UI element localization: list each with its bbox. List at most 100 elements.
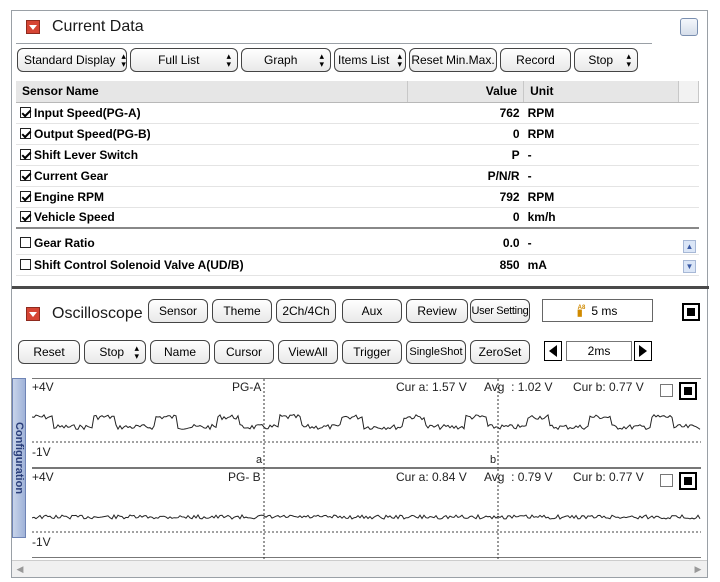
ch1-channel-mode-icon[interactable] [679, 382, 697, 400]
horizontal-scrollbar[interactable]: ◀ ▶ [12, 560, 707, 577]
table-row[interactable]: Gear Ratio 0.0 - [16, 233, 699, 255]
sensor-button[interactable]: Sensor [148, 299, 208, 323]
time-increase-icon[interactable] [634, 341, 652, 361]
collapse-current-data-icon[interactable] [26, 20, 40, 34]
updown-arrow-icon: ▴ ▾ [397, 51, 402, 69]
ch2-top-label: +4V [32, 470, 54, 484]
table-row[interactable]: Vehicle Speed 0 km/h [16, 207, 699, 229]
sensor-value: 792 [407, 186, 524, 208]
row-checkbox[interactable] [20, 148, 31, 160]
header-spacer [678, 81, 700, 103]
theme-button[interactable]: Theme [212, 299, 272, 323]
time-div-display: 2ms [566, 341, 632, 361]
view-all-button[interactable]: ViewAll [278, 340, 338, 364]
ch2-name: PG- B [228, 470, 261, 484]
window-mode-icon[interactable] [682, 303, 700, 321]
reset-minmax-button[interactable]: Reset Min.Max. [409, 48, 497, 72]
pg-a-waveform [32, 413, 701, 431]
table-row[interactable]: Shift Control Solenoid Valve A(UD/B) 850… [16, 254, 699, 276]
row-checkbox[interactable] [20, 127, 31, 139]
stop-select[interactable]: Stop ▴ ▾ [574, 48, 638, 72]
ch2-bottom-label: -1V [32, 535, 51, 549]
row-checkbox[interactable] [20, 169, 31, 181]
time-decrease-icon[interactable] [544, 341, 562, 361]
ch1-cur-b: Cur b: 0.77 V [573, 380, 644, 394]
row-checkbox[interactable] [20, 258, 31, 270]
sensor-value: 0.0 [407, 233, 524, 255]
sensor-name: Output Speed(PG-B) [34, 126, 151, 141]
zero-set-button[interactable]: ZeroSet [470, 340, 530, 364]
cursor-b-marker: b [490, 454, 497, 466]
items-list-select[interactable]: Items List ▴ ▾ [334, 48, 406, 72]
scroll-down-icon[interactable]: ▼ [683, 260, 696, 273]
row-checkbox[interactable] [20, 106, 31, 118]
sensor-unit: mA [523, 254, 679, 276]
sensor-name: Shift Control Solenoid Valve A(UD/B) [34, 257, 244, 272]
ch1-avg: Avg : 1.02 V [484, 380, 553, 394]
graph-select[interactable]: Graph ▴ ▾ [241, 48, 331, 72]
channel-pg-a-graph[interactable]: +4V PG-A Cur a: 1.57 V Avg : 1.02 V Cur … [32, 378, 701, 469]
cursor-button[interactable]: Cursor [214, 340, 274, 364]
sensor-name: Gear Ratio [34, 236, 95, 251]
updown-arrow-icon: ▴ ▾ [319, 51, 324, 69]
single-shot-button[interactable]: SingleShot [406, 340, 466, 364]
reset-button[interactable]: Reset [18, 340, 80, 364]
sensor-name: Current Gear [34, 168, 109, 183]
user-setting-button[interactable]: User Setting [470, 299, 530, 323]
scroll-left-icon[interactable]: ◀ [14, 563, 26, 575]
ch1-visible-checkbox[interactable] [660, 384, 673, 397]
scope-stop-select[interactable]: Stop ▴ ▾ [84, 340, 146, 364]
full-list-select[interactable]: Full List ▴ ▾ [130, 48, 238, 72]
table-row[interactable]: Shift Lever Switch P - [16, 144, 699, 166]
updown-arrow-icon: ▴ ▾ [626, 51, 631, 69]
name-button[interactable]: Name [150, 340, 210, 364]
panel-separator [12, 286, 709, 289]
sensor-value: P [407, 144, 524, 166]
timebase-display[interactable]: A8 █ 5 ms [542, 299, 653, 322]
review-button[interactable]: Review [406, 299, 468, 323]
table-row[interactable]: Input Speed(PG-A) 762 RPM [16, 102, 699, 124]
collapse-oscilloscope-icon[interactable] [26, 307, 40, 321]
ch2-cur-b: Cur b: 0.77 V [573, 470, 644, 484]
scan-tool-window: Current Data Standard Display ▴ ▾ Full Lis… [11, 10, 709, 578]
header-unit[interactable]: Unit [523, 81, 679, 103]
sensor-unit: km/h [523, 207, 679, 229]
trigger-button[interactable]: Trigger [342, 340, 402, 364]
auto-icon: A8 █ [577, 304, 586, 317]
sensor-name: Shift Lever Switch [34, 147, 139, 162]
aux-button[interactable]: Aux [342, 299, 402, 323]
scroll-up-icon[interactable]: ▲ [683, 240, 696, 253]
ch2-visible-checkbox[interactable] [660, 474, 673, 487]
updown-arrow-icon: ▴ ▾ [121, 51, 126, 69]
configuration-side-tab[interactable]: Configuration [12, 378, 26, 538]
standard-display-select[interactable]: Standard Display ▴ ▾ [17, 48, 127, 72]
ch2-avg: Avg : 0.79 V [484, 470, 553, 484]
sensor-unit: RPM [523, 186, 679, 208]
channels-button[interactable]: 2Ch/4Ch [276, 299, 336, 323]
ch1-top-label: +4V [32, 380, 54, 394]
header-sensor-name[interactable]: Sensor Name [16, 81, 409, 103]
ch2-channel-mode-icon[interactable] [679, 472, 697, 490]
row-checkbox[interactable] [20, 211, 31, 223]
sensor-value: 0 [407, 123, 524, 145]
updown-arrow-icon: ▴ ▾ [226, 51, 231, 69]
record-button[interactable]: Record [500, 48, 571, 72]
sensor-name: Engine RPM [34, 189, 105, 204]
table-row[interactable]: Output Speed(PG-B) 0 RPM [16, 123, 699, 145]
sensor-unit: - [523, 233, 679, 255]
sensor-value: 0 [407, 207, 524, 229]
table-row[interactable]: Current Gear P/N/R - [16, 165, 699, 187]
ch1-bottom-label: -1V [32, 445, 51, 459]
title-underline [16, 43, 652, 44]
table-row[interactable]: Engine RPM 792 RPM [16, 186, 699, 208]
pg-b-waveform [32, 513, 701, 520]
channel-pg-b-graph[interactable]: +4V PG- B Cur a: 0.84 V Avg : 0.79 V Cur… [32, 468, 701, 559]
cursor-a-marker: a [256, 454, 263, 466]
sensor-unit: RPM [523, 102, 679, 124]
row-checkbox[interactable] [20, 237, 31, 249]
window-toggle-icon[interactable] [680, 18, 698, 36]
row-checkbox[interactable] [20, 190, 31, 202]
scroll-right-icon[interactable]: ▶ [692, 563, 704, 575]
header-value[interactable]: Value [407, 81, 525, 103]
ch1-name: PG-A [232, 380, 262, 394]
